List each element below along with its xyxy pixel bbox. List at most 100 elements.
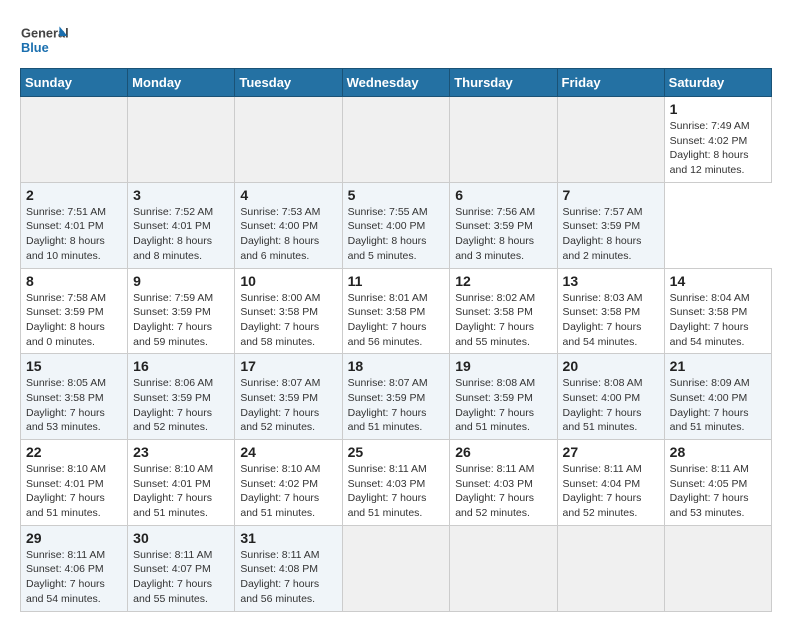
day-header-tuesday: Tuesday xyxy=(235,69,342,97)
day-cell-13: 13 Sunrise: 8:03 AMSunset: 3:58 PMDaylig… xyxy=(557,268,664,354)
empty-cell xyxy=(557,97,664,183)
day-cell-25: 25 Sunrise: 8:11 AMSunset: 4:03 PMDaylig… xyxy=(342,440,450,526)
day-number: 16 xyxy=(133,358,229,374)
day-header-saturday: Saturday xyxy=(664,69,771,97)
day-info: Sunrise: 8:11 AMSunset: 4:07 PMDaylight:… xyxy=(133,548,229,607)
day-info: Sunrise: 7:55 AMSunset: 4:00 PMDaylight:… xyxy=(348,205,445,264)
day-info: Sunrise: 8:08 AMSunset: 3:59 PMDaylight:… xyxy=(455,376,551,435)
day-info: Sunrise: 8:07 AMSunset: 3:59 PMDaylight:… xyxy=(240,376,336,435)
day-cell-3: 3 Sunrise: 7:52 AMSunset: 4:01 PMDayligh… xyxy=(128,182,235,268)
day-number: 1 xyxy=(670,101,766,117)
logo: General Blue xyxy=(20,20,70,60)
day-number: 10 xyxy=(240,273,336,289)
day-number: 23 xyxy=(133,444,229,460)
day-info: Sunrise: 8:06 AMSunset: 3:59 PMDaylight:… xyxy=(133,376,229,435)
day-cell-2: 2 Sunrise: 7:51 AMSunset: 4:01 PMDayligh… xyxy=(21,182,128,268)
day-number: 13 xyxy=(563,273,659,289)
day-cell-28: 28 Sunrise: 8:11 AMSunset: 4:05 PMDaylig… xyxy=(664,440,771,526)
day-info: Sunrise: 8:11 AMSunset: 4:03 PMDaylight:… xyxy=(455,462,551,521)
empty-cell xyxy=(664,525,771,611)
day-cell-15: 15 Sunrise: 8:05 AMSunset: 3:58 PMDaylig… xyxy=(21,354,128,440)
day-cell-16: 16 Sunrise: 8:06 AMSunset: 3:59 PMDaylig… xyxy=(128,354,235,440)
day-cell-4: 4 Sunrise: 7:53 AMSunset: 4:00 PMDayligh… xyxy=(235,182,342,268)
day-cell-7: 7 Sunrise: 7:57 AMSunset: 3:59 PMDayligh… xyxy=(557,182,664,268)
day-cell-8: 8 Sunrise: 7:58 AMSunset: 3:59 PMDayligh… xyxy=(21,268,128,354)
day-info: Sunrise: 8:02 AMSunset: 3:58 PMDaylight:… xyxy=(455,291,551,350)
day-info: Sunrise: 8:08 AMSunset: 4:00 PMDaylight:… xyxy=(563,376,659,435)
calendar-row-1: 2 Sunrise: 7:51 AMSunset: 4:01 PMDayligh… xyxy=(21,182,772,268)
day-header-wednesday: Wednesday xyxy=(342,69,450,97)
day-number: 22 xyxy=(26,444,122,460)
day-info: Sunrise: 7:56 AMSunset: 3:59 PMDaylight:… xyxy=(455,205,551,264)
day-cell-6: 6 Sunrise: 7:56 AMSunset: 3:59 PMDayligh… xyxy=(450,182,557,268)
empty-cell xyxy=(342,525,450,611)
day-number: 29 xyxy=(26,530,122,546)
header: General Blue xyxy=(20,20,772,60)
day-number: 12 xyxy=(455,273,551,289)
svg-text:Blue: Blue xyxy=(21,40,49,55)
calendar-row-5: 29 Sunrise: 8:11 AMSunset: 4:06 PMDaylig… xyxy=(21,525,772,611)
day-cell-21: 21 Sunrise: 8:09 AMSunset: 4:00 PMDaylig… xyxy=(664,354,771,440)
day-info: Sunrise: 8:11 AMSunset: 4:05 PMDaylight:… xyxy=(670,462,766,521)
day-number: 7 xyxy=(563,187,659,203)
day-info: Sunrise: 8:09 AMSunset: 4:00 PMDaylight:… xyxy=(670,376,766,435)
day-number: 6 xyxy=(455,187,551,203)
day-header-friday: Friday xyxy=(557,69,664,97)
day-header-thursday: Thursday xyxy=(450,69,557,97)
logo-icon: General Blue xyxy=(20,20,70,60)
empty-cell xyxy=(450,97,557,183)
day-cell-18: 18 Sunrise: 8:07 AMSunset: 3:59 PMDaylig… xyxy=(342,354,450,440)
day-info: Sunrise: 7:58 AMSunset: 3:59 PMDaylight:… xyxy=(26,291,122,350)
day-info: Sunrise: 8:11 AMSunset: 4:04 PMDaylight:… xyxy=(563,462,659,521)
day-info: Sunrise: 7:59 AMSunset: 3:59 PMDaylight:… xyxy=(133,291,229,350)
day-info: Sunrise: 8:11 AMSunset: 4:08 PMDaylight:… xyxy=(240,548,336,607)
day-cell-24: 24 Sunrise: 8:10 AMSunset: 4:02 PMDaylig… xyxy=(235,440,342,526)
day-info: Sunrise: 8:00 AMSunset: 3:58 PMDaylight:… xyxy=(240,291,336,350)
day-cell-17: 17 Sunrise: 8:07 AMSunset: 3:59 PMDaylig… xyxy=(235,354,342,440)
day-number: 17 xyxy=(240,358,336,374)
day-info: Sunrise: 8:10 AMSunset: 4:02 PMDaylight:… xyxy=(240,462,336,521)
day-info: Sunrise: 7:57 AMSunset: 3:59 PMDaylight:… xyxy=(563,205,659,264)
empty-cell xyxy=(342,97,450,183)
calendar-row-2: 8 Sunrise: 7:58 AMSunset: 3:59 PMDayligh… xyxy=(21,268,772,354)
day-cell-23: 23 Sunrise: 8:10 AMSunset: 4:01 PMDaylig… xyxy=(128,440,235,526)
day-number: 25 xyxy=(348,444,445,460)
day-info: Sunrise: 8:03 AMSunset: 3:58 PMDaylight:… xyxy=(563,291,659,350)
day-number: 4 xyxy=(240,187,336,203)
day-number: 31 xyxy=(240,530,336,546)
day-info: Sunrise: 8:01 AMSunset: 3:58 PMDaylight:… xyxy=(348,291,445,350)
day-number: 26 xyxy=(455,444,551,460)
day-number: 19 xyxy=(455,358,551,374)
day-number: 21 xyxy=(670,358,766,374)
day-number: 8 xyxy=(26,273,122,289)
day-number: 3 xyxy=(133,187,229,203)
day-number: 18 xyxy=(348,358,445,374)
day-cell-12: 12 Sunrise: 8:02 AMSunset: 3:58 PMDaylig… xyxy=(450,268,557,354)
day-number: 30 xyxy=(133,530,229,546)
day-number: 28 xyxy=(670,444,766,460)
day-info: Sunrise: 7:53 AMSunset: 4:00 PMDaylight:… xyxy=(240,205,336,264)
day-cell-29: 29 Sunrise: 8:11 AMSunset: 4:06 PMDaylig… xyxy=(21,525,128,611)
empty-cell xyxy=(450,525,557,611)
day-cell-9: 9 Sunrise: 7:59 AMSunset: 3:59 PMDayligh… xyxy=(128,268,235,354)
empty-cell xyxy=(128,97,235,183)
day-info: Sunrise: 7:51 AMSunset: 4:01 PMDaylight:… xyxy=(26,205,122,264)
day-cell-22: 22 Sunrise: 8:10 AMSunset: 4:01 PMDaylig… xyxy=(21,440,128,526)
day-info: Sunrise: 7:49 AMSunset: 4:02 PMDaylight:… xyxy=(670,119,766,178)
day-cell-27: 27 Sunrise: 8:11 AMSunset: 4:04 PMDaylig… xyxy=(557,440,664,526)
day-info: Sunrise: 8:10 AMSunset: 4:01 PMDaylight:… xyxy=(26,462,122,521)
day-info: Sunrise: 8:07 AMSunset: 3:59 PMDaylight:… xyxy=(348,376,445,435)
day-cell-5: 5 Sunrise: 7:55 AMSunset: 4:00 PMDayligh… xyxy=(342,182,450,268)
day-cell-14: 14 Sunrise: 8:04 AMSunset: 3:58 PMDaylig… xyxy=(664,268,771,354)
day-cell-20: 20 Sunrise: 8:08 AMSunset: 4:00 PMDaylig… xyxy=(557,354,664,440)
calendar-header-row: SundayMondayTuesdayWednesdayThursdayFrid… xyxy=(21,69,772,97)
day-number: 9 xyxy=(133,273,229,289)
day-number: 27 xyxy=(563,444,659,460)
empty-cell xyxy=(235,97,342,183)
empty-cell xyxy=(557,525,664,611)
day-header-sunday: Sunday xyxy=(21,69,128,97)
day-cell-11: 11 Sunrise: 8:01 AMSunset: 3:58 PMDaylig… xyxy=(342,268,450,354)
calendar-table: SundayMondayTuesdayWednesdayThursdayFrid… xyxy=(20,68,772,612)
day-cell-1: 1 Sunrise: 7:49 AMSunset: 4:02 PMDayligh… xyxy=(664,97,771,183)
day-cell-19: 19 Sunrise: 8:08 AMSunset: 3:59 PMDaylig… xyxy=(450,354,557,440)
